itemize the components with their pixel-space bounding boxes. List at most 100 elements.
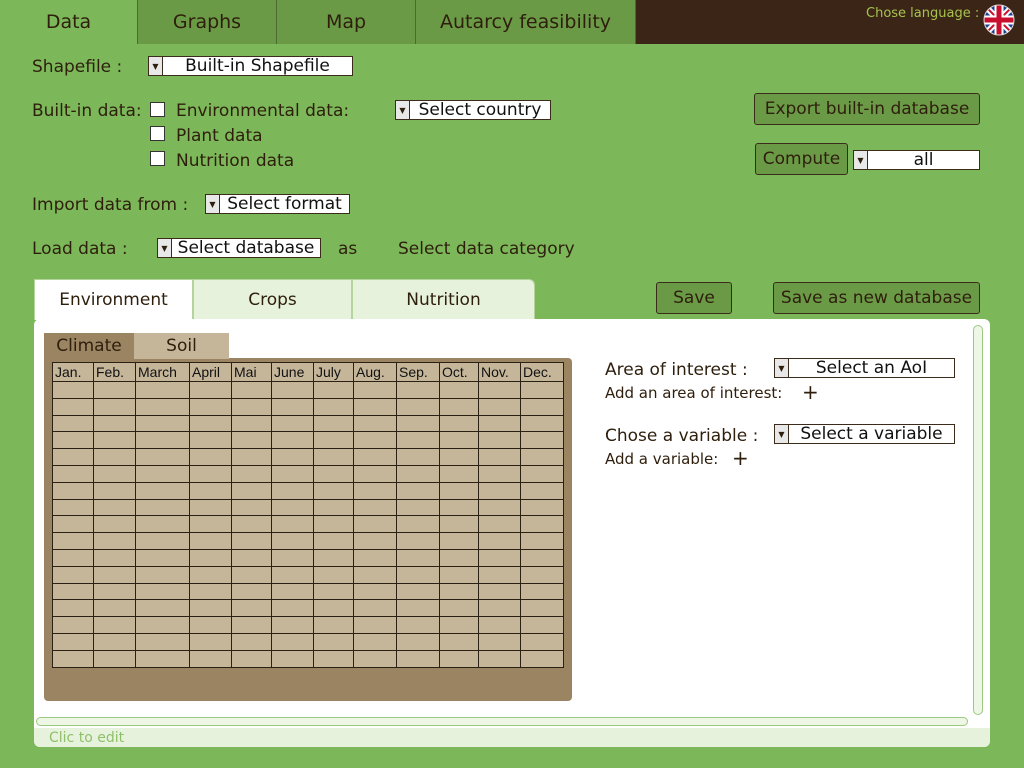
subtab-soil[interactable]: Soil xyxy=(134,333,229,359)
table-cell[interactable] xyxy=(231,414,272,433)
table-cell[interactable] xyxy=(52,448,94,466)
table-cell[interactable] xyxy=(439,481,479,500)
table-cell[interactable] xyxy=(478,582,521,601)
table-cell[interactable] xyxy=(135,481,190,500)
table-cell[interactable] xyxy=(520,414,564,433)
table-cell[interactable] xyxy=(52,414,94,433)
table-cell[interactable] xyxy=(396,515,440,534)
table-cell[interactable] xyxy=(353,582,397,601)
table-cell[interactable] xyxy=(520,431,564,450)
tab-graphs[interactable]: Graphs xyxy=(138,0,277,44)
table-cell[interactable] xyxy=(52,599,94,618)
table-cell[interactable] xyxy=(313,548,354,567)
table-cell[interactable] xyxy=(478,397,521,416)
table-cell[interactable] xyxy=(353,599,397,618)
table-cell[interactable] xyxy=(93,599,136,618)
table-cell[interactable] xyxy=(189,532,232,550)
table-cell[interactable] xyxy=(439,381,479,399)
table-cell[interactable] xyxy=(271,414,314,433)
table-cell[interactable] xyxy=(271,381,314,399)
table-cell[interactable] xyxy=(93,632,136,651)
table-cell[interactable] xyxy=(271,532,314,550)
table-cell[interactable] xyxy=(135,532,190,550)
table-cell[interactable] xyxy=(353,414,397,433)
subtab-climate[interactable]: Climate xyxy=(44,333,134,359)
table-cell[interactable] xyxy=(271,599,314,618)
table-cell[interactable] xyxy=(396,431,440,450)
table-cell[interactable] xyxy=(52,397,94,416)
table-cell[interactable] xyxy=(93,464,136,483)
table-cell[interactable] xyxy=(135,565,190,584)
table-cell[interactable] xyxy=(439,649,479,668)
table-cell[interactable] xyxy=(52,649,94,668)
table-cell[interactable] xyxy=(396,649,440,668)
table-cell[interactable] xyxy=(478,448,521,466)
table-cell[interactable] xyxy=(231,448,272,466)
table-cell[interactable] xyxy=(313,397,354,416)
table-cell[interactable] xyxy=(396,498,440,517)
table-cell[interactable] xyxy=(231,532,272,550)
tab-crops[interactable]: Crops xyxy=(193,279,352,320)
table-cell[interactable] xyxy=(520,397,564,416)
table-cell[interactable] xyxy=(135,649,190,668)
table-cell[interactable] xyxy=(231,397,272,416)
table-cell[interactable] xyxy=(396,532,440,550)
table-cell[interactable] xyxy=(478,431,521,450)
table-cell[interactable] xyxy=(93,565,136,584)
table-cell[interactable] xyxy=(353,498,397,517)
add-aoi-plus-icon[interactable]: + xyxy=(802,382,819,402)
table-cell[interactable] xyxy=(189,565,232,584)
table-cell[interactable] xyxy=(93,381,136,399)
table-cell[interactable] xyxy=(353,448,397,466)
table-cell[interactable] xyxy=(520,548,564,567)
table-cell[interactable] xyxy=(93,448,136,466)
table-cell[interactable] xyxy=(231,481,272,500)
export-database-button[interactable]: Export built-in database xyxy=(754,93,980,125)
table-cell[interactable] xyxy=(189,649,232,668)
aoi-select[interactable]: ▼ Select an AoI xyxy=(774,358,955,378)
table-cell[interactable] xyxy=(439,414,479,433)
table-cell[interactable] xyxy=(189,548,232,567)
country-select[interactable]: ▼ Select country xyxy=(395,100,551,120)
table-cell[interactable] xyxy=(520,532,564,550)
table-cell[interactable] xyxy=(353,532,397,550)
table-cell[interactable] xyxy=(313,381,354,399)
table-cell[interactable] xyxy=(478,649,521,668)
table-cell[interactable] xyxy=(93,481,136,500)
tab-nutrition[interactable]: Nutrition xyxy=(352,279,535,320)
table-cell[interactable] xyxy=(135,448,190,466)
table-cell[interactable] xyxy=(313,498,354,517)
table-cell[interactable] xyxy=(93,582,136,601)
table-cell[interactable] xyxy=(189,599,232,618)
table-cell[interactable] xyxy=(93,397,136,416)
table-cell[interactable] xyxy=(271,548,314,567)
status-text[interactable]: Clic to edit xyxy=(49,730,124,746)
tab-data[interactable]: Data xyxy=(0,0,138,44)
table-cell[interactable] xyxy=(271,515,314,534)
climate-table[interactable]: Jan. Feb. March April Mai June July Aug. Sep. Oct… xyxy=(52,362,564,668)
table-cell[interactable] xyxy=(271,448,314,466)
table-cell[interactable] xyxy=(396,448,440,466)
table-cell[interactable] xyxy=(52,582,94,601)
table-cell[interactable] xyxy=(520,481,564,500)
table-cell[interactable] xyxy=(135,599,190,618)
table-cell[interactable] xyxy=(231,599,272,618)
table-cell[interactable] xyxy=(52,532,94,550)
table-cell[interactable] xyxy=(478,599,521,618)
table-cell[interactable] xyxy=(231,381,272,399)
table-cell[interactable] xyxy=(478,414,521,433)
table-cell[interactable] xyxy=(396,632,440,651)
table-cell[interactable] xyxy=(478,515,521,534)
table-cell[interactable] xyxy=(520,582,564,601)
table-cell[interactable] xyxy=(439,397,479,416)
table-cell[interactable] xyxy=(478,464,521,483)
add-variable-plus-icon[interactable]: + xyxy=(732,448,749,468)
table-cell[interactable] xyxy=(52,498,94,517)
table-cell[interactable] xyxy=(231,515,272,534)
table-cell[interactable] xyxy=(313,414,354,433)
table-cell[interactable] xyxy=(439,548,479,567)
table-cell[interactable] xyxy=(313,565,354,584)
table-cell[interactable] xyxy=(439,532,479,550)
table-cell[interactable] xyxy=(313,431,354,450)
compute-select[interactable]: ▼ all xyxy=(853,150,980,170)
